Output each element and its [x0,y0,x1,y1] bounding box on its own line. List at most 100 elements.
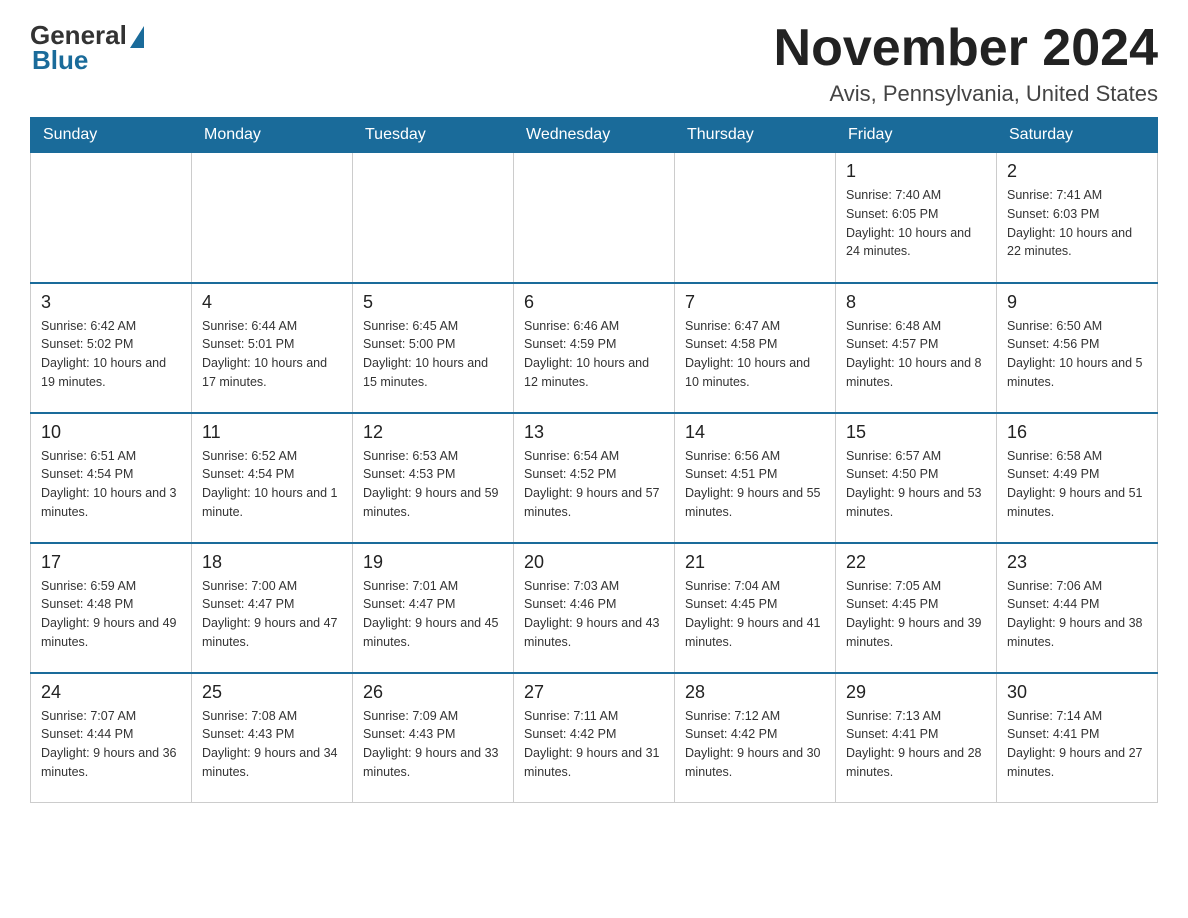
day-number: 1 [846,161,986,182]
day-info: Sunrise: 6:59 AMSunset: 4:48 PMDaylight:… [41,577,181,652]
calendar-cell: 27Sunrise: 7:11 AMSunset: 4:42 PMDayligh… [514,673,675,803]
calendar-cell [353,153,514,283]
calendar-cell: 11 Sunrise: 6:52 AMSunset: 4:54 PMDayligh… [192,413,353,543]
weekday-header-wednesday: Wednesday [514,118,675,153]
calendar-cell [675,153,836,283]
day-info: Sunrise: 7:05 AMSunset: 4:45 PMDaylight:… [846,577,986,652]
day-number: 6 [524,292,664,313]
day-info: Sunrise: 6:47 AMSunset: 4:58 PMDaylight:… [685,317,825,392]
day-number: 23 [1007,552,1147,573]
day-info: Sunrise: 6:42 AMSunset: 5:02 PMDaylight:… [41,317,181,392]
day-info: Sunrise: 6:50 AMSunset: 4:56 PMDaylight:… [1007,317,1147,392]
day-info: Sunrise: 6:57 AMSunset: 4:50 PMDaylight:… [846,447,986,522]
logo-triangle-icon [130,26,144,48]
day-number: 19 [363,552,503,573]
calendar-week-row: 1Sunrise: 7:40 AMSunset: 6:05 PMDaylight… [31,153,1158,283]
calendar-cell [31,153,192,283]
day-number: 21 [685,552,825,573]
page-header: General Blue November 2024 Avis, Pennsyl… [30,20,1158,107]
logo-blue-text: Blue [32,45,88,76]
day-number: 15 [846,422,986,443]
day-number: 3 [41,292,181,313]
calendar-cell: 10 Sunrise: 6:51 AMSunset: 4:54 PMDayligh… [31,413,192,543]
day-number: 22 [846,552,986,573]
day-info: Sunrise: 7:07 AMSunset: 4:44 PMDaylight:… [41,707,181,782]
day-number: 12 [363,422,503,443]
day-number: 16 [1007,422,1147,443]
calendar-cell: 7 Sunrise: 6:47 AMSunset: 4:58 PMDaylight… [675,283,836,413]
calendar-cell: 16 Sunrise: 6:58 AMSunset: 4:49 PMDayligh… [997,413,1158,543]
weekday-header-monday: Monday [192,118,353,153]
day-number: 27 [524,682,664,703]
calendar-header-row: SundayMondayTuesdayWednesdayThursdayFrid… [31,118,1158,153]
weekday-header-friday: Friday [836,118,997,153]
calendar-week-row: 10 Sunrise: 6:51 AMSunset: 4:54 PMDayligh… [31,413,1158,543]
calendar-table: SundayMondayTuesdayWednesdayThursdayFrid… [30,117,1158,803]
calendar-cell: 22 Sunrise: 7:05 AMSunset: 4:45 PMDayligh… [836,543,997,673]
day-number: 25 [202,682,342,703]
day-info: Sunrise: 7:04 AMSunset: 4:45 PMDaylight:… [685,577,825,652]
calendar-cell: 26Sunrise: 7:09 AMSunset: 4:43 PMDayligh… [353,673,514,803]
calendar-cell: 20 Sunrise: 7:03 AMSunset: 4:46 PMDayligh… [514,543,675,673]
day-number: 4 [202,292,342,313]
calendar-cell: 18 Sunrise: 7:00 AMSunset: 4:47 PMDayligh… [192,543,353,673]
calendar-cell: 28Sunrise: 7:12 AMSunset: 4:42 PMDayligh… [675,673,836,803]
logo: General Blue [30,20,144,76]
day-info: Sunrise: 7:06 AMSunset: 4:44 PMDaylight:… [1007,577,1147,652]
day-info: Sunrise: 7:03 AMSunset: 4:46 PMDaylight:… [524,577,664,652]
day-info: Sunrise: 6:58 AMSunset: 4:49 PMDaylight:… [1007,447,1147,522]
day-number: 2 [1007,161,1147,182]
day-info: Sunrise: 7:01 AMSunset: 4:47 PMDaylight:… [363,577,503,652]
weekday-header-tuesday: Tuesday [353,118,514,153]
day-info: Sunrise: 6:54 AMSunset: 4:52 PMDaylight:… [524,447,664,522]
day-number: 10 [41,422,181,443]
calendar-cell: 1Sunrise: 7:40 AMSunset: 6:05 PMDaylight… [836,153,997,283]
calendar-cell: 5 Sunrise: 6:45 AMSunset: 5:00 PMDaylight… [353,283,514,413]
calendar-week-row: 17Sunrise: 6:59 AMSunset: 4:48 PMDayligh… [31,543,1158,673]
calendar-cell: 12Sunrise: 6:53 AMSunset: 4:53 PMDayligh… [353,413,514,543]
calendar-cell [514,153,675,283]
day-number: 14 [685,422,825,443]
weekday-header-sunday: Sunday [31,118,192,153]
day-info: Sunrise: 6:56 AMSunset: 4:51 PMDaylight:… [685,447,825,522]
calendar-cell: 8 Sunrise: 6:48 AMSunset: 4:57 PMDaylight… [836,283,997,413]
day-info: Sunrise: 6:52 AMSunset: 4:54 PMDaylight:… [202,447,342,522]
day-info: Sunrise: 6:44 AMSunset: 5:01 PMDaylight:… [202,317,342,392]
day-info: Sunrise: 6:45 AMSunset: 5:00 PMDaylight:… [363,317,503,392]
day-number: 11 [202,422,342,443]
calendar-cell: 14 Sunrise: 6:56 AMSunset: 4:51 PMDayligh… [675,413,836,543]
day-number: 13 [524,422,664,443]
day-number: 20 [524,552,664,573]
calendar-cell: 25 Sunrise: 7:08 AMSunset: 4:43 PMDayligh… [192,673,353,803]
day-number: 9 [1007,292,1147,313]
calendar-week-row: 3 Sunrise: 6:42 AMSunset: 5:02 PMDaylight… [31,283,1158,413]
day-number: 5 [363,292,503,313]
calendar-cell: 24Sunrise: 7:07 AMSunset: 4:44 PMDayligh… [31,673,192,803]
day-number: 7 [685,292,825,313]
title-section: November 2024 Avis, Pennsylvania, United… [774,20,1158,107]
calendar-cell: 3 Sunrise: 6:42 AMSunset: 5:02 PMDaylight… [31,283,192,413]
day-info: Sunrise: 7:00 AMSunset: 4:47 PMDaylight:… [202,577,342,652]
calendar-cell [192,153,353,283]
calendar-cell: 21 Sunrise: 7:04 AMSunset: 4:45 PMDayligh… [675,543,836,673]
calendar-cell: 23 Sunrise: 7:06 AMSunset: 4:44 PMDayligh… [997,543,1158,673]
day-number: 8 [846,292,986,313]
calendar-cell: 9 Sunrise: 6:50 AMSunset: 4:56 PMDaylight… [997,283,1158,413]
day-info: Sunrise: 7:41 AMSunset: 6:03 PMDaylight:… [1007,186,1147,261]
day-info: Sunrise: 7:14 AMSunset: 4:41 PMDaylight:… [1007,707,1147,782]
month-title: November 2024 [774,20,1158,77]
weekday-header-saturday: Saturday [997,118,1158,153]
day-info: Sunrise: 7:08 AMSunset: 4:43 PMDaylight:… [202,707,342,782]
location-text: Avis, Pennsylvania, United States [774,81,1158,107]
weekday-header-thursday: Thursday [675,118,836,153]
day-info: Sunrise: 7:12 AMSunset: 4:42 PMDaylight:… [685,707,825,782]
day-number: 26 [363,682,503,703]
day-info: Sunrise: 6:48 AMSunset: 4:57 PMDaylight:… [846,317,986,392]
calendar-cell: 4 Sunrise: 6:44 AMSunset: 5:01 PMDaylight… [192,283,353,413]
calendar-cell: 13 Sunrise: 6:54 AMSunset: 4:52 PMDayligh… [514,413,675,543]
day-number: 18 [202,552,342,573]
day-info: Sunrise: 6:51 AMSunset: 4:54 PMDaylight:… [41,447,181,522]
calendar-cell: 29Sunrise: 7:13 AMSunset: 4:41 PMDayligh… [836,673,997,803]
calendar-week-row: 24Sunrise: 7:07 AMSunset: 4:44 PMDayligh… [31,673,1158,803]
calendar-cell: 15 Sunrise: 6:57 AMSunset: 4:50 PMDayligh… [836,413,997,543]
